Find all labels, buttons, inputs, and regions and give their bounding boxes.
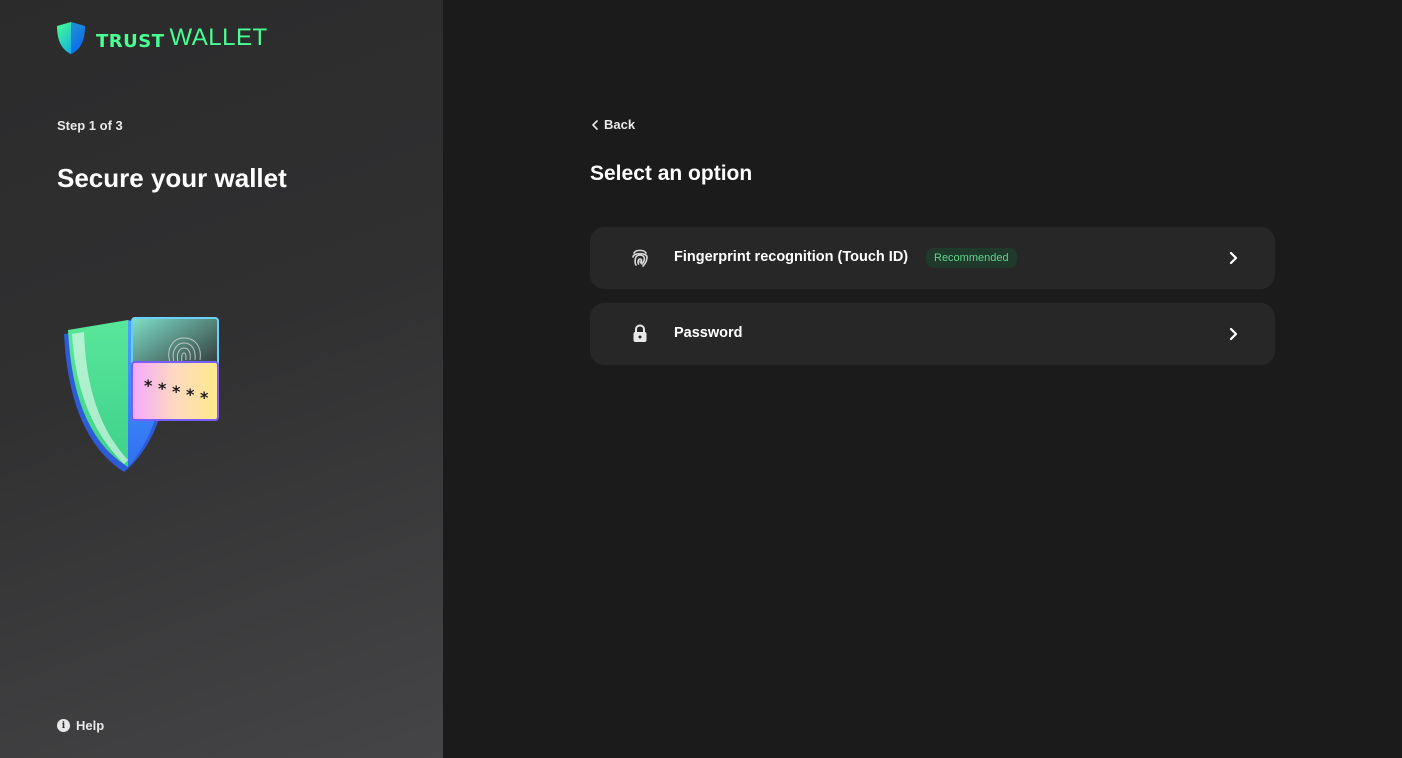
right-panel [443, 0, 1402, 758]
options-title: Select an option [590, 162, 753, 185]
help-link[interactable]: i Help [57, 718, 104, 733]
trust-wallet-logo[interactable]: Trust WALLET [56, 21, 268, 55]
option-password[interactable]: Password [590, 303, 1275, 365]
chevron-right-icon [1229, 251, 1238, 265]
brand-name-bold: Trust [96, 23, 165, 53]
lock-icon [633, 324, 647, 342]
page-title: Secure your wallet [57, 163, 287, 193]
help-label: Help [76, 718, 105, 733]
chevron-left-icon [592, 119, 598, 130]
shield-password-illustration: * * * * * [64, 317, 219, 472]
shield-logo-icon [57, 22, 85, 54]
step-indicator: Step 1 of 3 [57, 118, 123, 133]
svg-text:*: * [158, 379, 167, 398]
left-panel: Trust WALLET Step 1 of 3 Secure your wal… [0, 0, 443, 758]
svg-text:*: * [144, 376, 153, 395]
svg-text:*: * [172, 382, 181, 401]
option-fingerprint[interactable]: Fingerprint recognition (Touch ID) Recom… [590, 227, 1275, 289]
brand-name-light: WALLET [169, 24, 268, 51]
recommended-badge: Recommended [926, 248, 1017, 268]
svg-text:*: * [186, 385, 195, 404]
svg-text:*: * [200, 388, 209, 407]
fingerprint-icon [632, 249, 648, 267]
chevron-right-icon [1229, 327, 1238, 341]
option-label: Fingerprint recognition (Touch ID) [674, 249, 909, 265]
info-icon: i [57, 719, 70, 732]
back-button[interactable]: Back [591, 117, 635, 132]
back-label: Back [604, 117, 636, 132]
option-label: Password [674, 325, 743, 341]
